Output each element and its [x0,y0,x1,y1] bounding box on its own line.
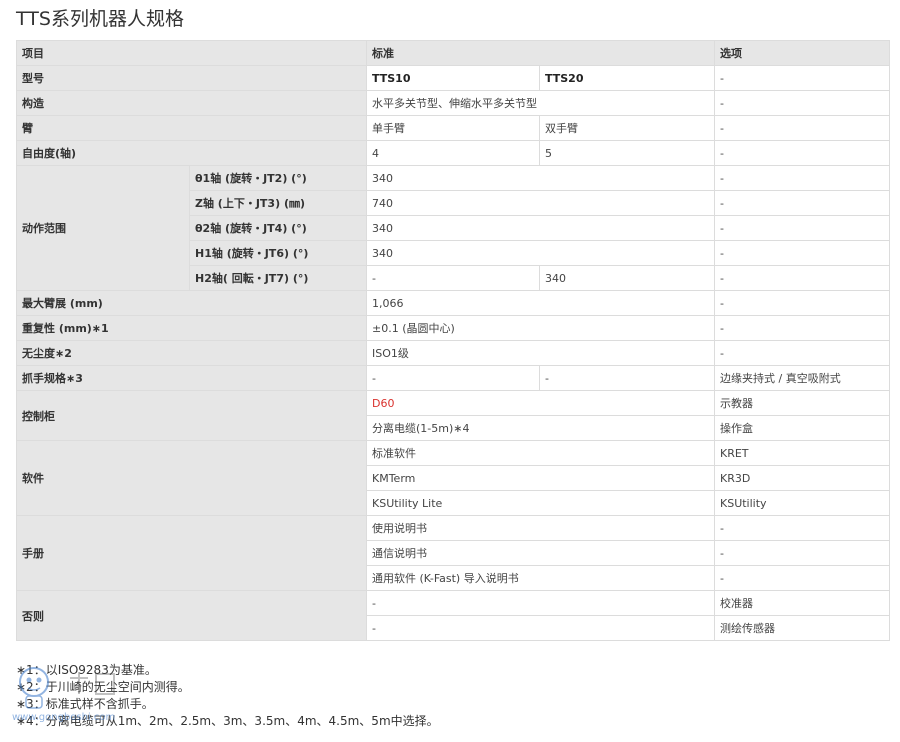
value-cell: - [366,615,715,641]
value-cell: 340 [366,215,715,241]
value-cell: 使用说明书 [366,515,715,541]
value-cell: 双手臂 [539,115,715,141]
option-cell: - [714,540,890,566]
footnotes: ∗1：以ISO9283为基准。 ∗2：于川崎的无尘空间内测得。 ∗3：标准式样不… [16,662,439,730]
value-cell: - [366,365,540,391]
model-tts20: TTS20 [539,65,715,91]
option-cell: - [714,90,890,116]
value-cell: 分离电缆(1-5m)∗4 [366,415,715,441]
option-cell: KR3D [714,465,890,491]
value-cell: 单手臂 [366,115,540,141]
sub-label: H2轴( 回転・JT7) (°) [189,265,367,291]
option-cell: - [714,265,890,291]
header-item: 项目 [16,40,367,66]
option-cell: - [714,515,890,541]
option-cell: - [714,315,890,341]
option-cell: 校准器 [714,590,890,616]
table-row: 构造 水平多关节型、伸缩水平多关节型 - [16,90,890,116]
option-cell: - [714,340,890,366]
value-cell: 水平多关节型、伸缩水平多关节型 [366,90,715,116]
value-cell: 5 [539,140,715,166]
option-cell: KRET [714,440,890,466]
row-label: 抓手规格∗3 [16,365,367,391]
option-cell: - [714,115,890,141]
table-row: 无尘度∗2 ISO1级 - [16,340,890,366]
value-cell: 340 [539,265,715,291]
page-title: TTS系列机器人规格 [16,8,184,30]
option-cell: KSUtility [714,490,890,516]
option-cell: 示教器 [714,390,890,416]
option-cell: - [714,215,890,241]
table-row: 最大臂展 (mm) 1,066 - [16,290,890,316]
row-label: 型号 [16,65,367,91]
footnote: ∗1：以ISO9283为基准。 [16,663,157,677]
row-label: 最大臂展 (mm) [16,290,367,316]
row-label: 否则 [16,590,367,641]
table-row: 自由度(轴) 4 5 - [16,140,890,166]
model-tts10: TTS10 [366,65,540,91]
option-cell: 测绘传感器 [714,615,890,641]
table-row: 抓手规格∗3 - - 边缘夹持式 / 真空吸附式 [16,365,890,391]
table-header-row: 项目 标准 选项 [16,40,890,66]
value-cell: ISO1级 [366,340,715,366]
option-cell: 边缘夹持式 / 真空吸附式 [714,365,890,391]
option-cell: - [714,290,890,316]
value-cell: - [366,590,715,616]
table-row: 臂 单手臂 双手臂 - [16,115,890,141]
table-row: 动作范围 θ1轴 (旋转・JT2) (°) 340 - [16,165,890,291]
table-row: 手册 使用说明书 - [16,515,890,591]
table-row: 软件 标准软件 KRET [16,440,890,516]
value-cell: 通信说明书 [366,540,715,566]
value-cell: 4 [366,140,540,166]
value-cell: ±0.1 (晶圆中心) [366,315,715,341]
value-cell: 1,066 [366,290,715,316]
footnote: ∗4：分离电缆可从1m、2m、2.5m、3m、3.5m、4m、4.5m、5m中选… [16,714,439,728]
row-label: 控制柜 [16,390,367,441]
table-row: 重复性 (mm)∗1 ±0.1 (晶圆中心) - [16,315,890,341]
row-label: 无尘度∗2 [16,340,367,366]
value-cell: 通用软件 (K-Fast) 导入说明书 [366,565,715,591]
value-cell: - [539,365,715,391]
sub-label: θ1轴 (旋转・JT2) (°) [189,165,367,191]
value-cell: 340 [366,240,715,266]
row-label: 自由度(轴) [16,140,367,166]
option-cell: - [714,565,890,591]
option-cell: - [714,65,890,91]
option-cell: - [714,240,890,266]
row-label: 手册 [16,515,367,591]
option-cell: - [714,190,890,216]
table-row: 否则 - 校准器 [16,590,890,641]
table-row: 型号 TTS10 TTS20 - [16,65,890,91]
option-cell: - [714,140,890,166]
value-cell: KMTerm [366,465,715,491]
controller-model: D60 [366,390,715,416]
value-cell: - [366,265,540,291]
sub-label: θ2轴 (旋转・JT4) (°) [189,215,367,241]
row-label: 动作范围 [16,165,190,291]
value-cell: KSUtility Lite [366,490,715,516]
row-label: 软件 [16,440,367,516]
sub-label: Z轴 (上下・JT3) (㎜) [189,190,367,216]
header-option: 选项 [714,40,890,66]
option-cell: - [714,165,890,191]
value-cell: 340 [366,165,715,191]
header-standard: 标准 [366,40,715,66]
spec-table: 项目 标准 选项 型号 TTS10 TTS20 - 构造 水平多关节型、伸缩水平… [16,40,890,641]
option-cell: 操作盒 [714,415,890,441]
value-cell: 标准软件 [366,440,715,466]
table-row: 控制柜 D60 示教器 [16,390,890,441]
value-cell: 740 [366,190,715,216]
row-label: 重复性 (mm)∗1 [16,315,367,341]
sub-label: H1轴 (旋转・JT6) (°) [189,240,367,266]
footnote: ∗2：于川崎的无尘空间内测得。 [16,680,190,694]
row-label: 构造 [16,90,367,116]
row-label: 臂 [16,115,367,141]
footnote: ∗3：标准式样不含抓手。 [16,697,154,711]
